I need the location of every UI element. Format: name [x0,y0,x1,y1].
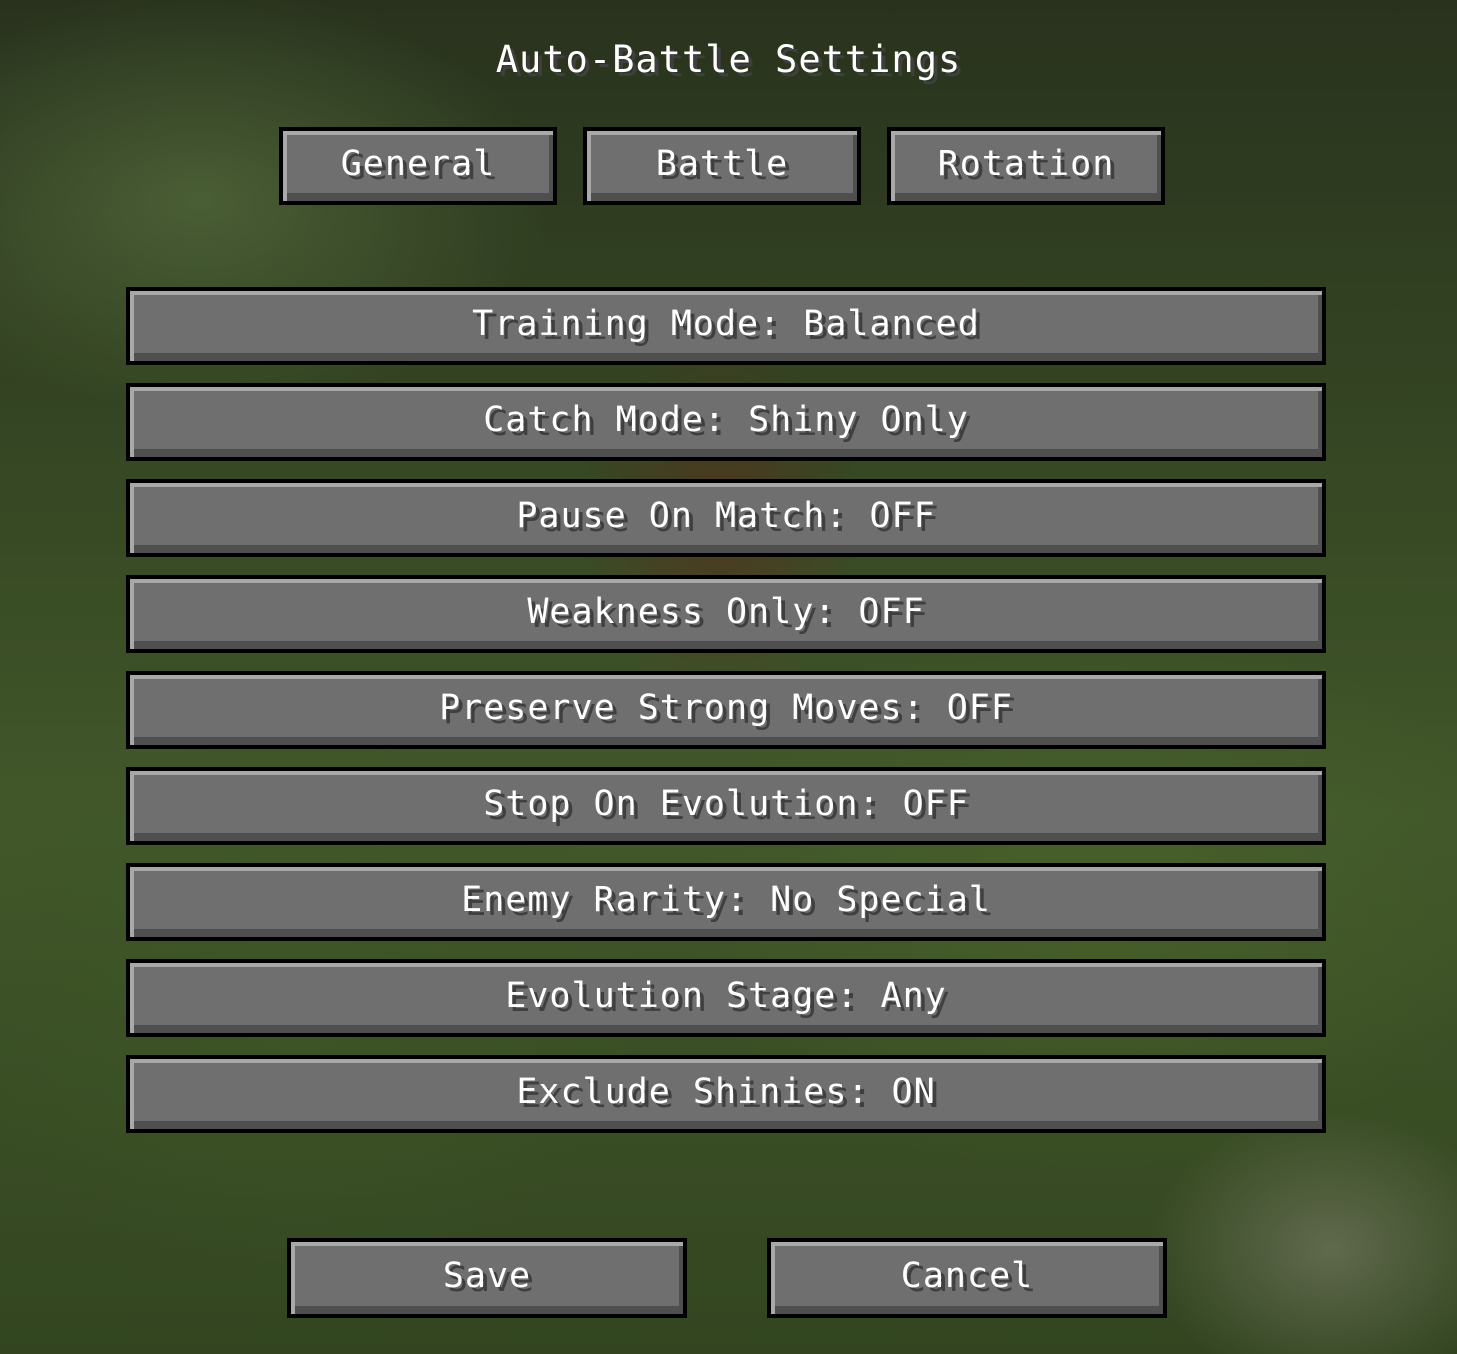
screen-title: Auto-Battle Settings [495,38,962,81]
weakness-only-toggle[interactable]: Weakness Only: OFF [126,575,1326,653]
stop-on-evolution-toggle[interactable]: Stop On Evolution: OFF [126,767,1326,845]
tab-rotation[interactable]: Rotation [887,127,1165,205]
preserve-strong-moves-toggle[interactable]: Preserve Strong Moves: OFF [126,671,1326,749]
pause-on-match-toggle[interactable]: Pause On Match: OFF [126,479,1326,557]
evolution-stage-button[interactable]: Evolution Stage: Any [126,959,1326,1037]
save-button[interactable]: Save [287,1238,687,1318]
exclude-shinies-toggle[interactable]: Exclude Shinies: ON [126,1055,1326,1133]
catch-mode-button[interactable]: Catch Mode: Shiny Only [126,383,1326,461]
cancel-button[interactable]: Cancel [767,1238,1167,1318]
training-mode-button[interactable]: Training Mode: Balanced [126,287,1326,365]
tab-general[interactable]: General [279,127,557,205]
tab-battle[interactable]: Battle [583,127,861,205]
enemy-rarity-button[interactable]: Enemy Rarity: No Special [126,863,1326,941]
